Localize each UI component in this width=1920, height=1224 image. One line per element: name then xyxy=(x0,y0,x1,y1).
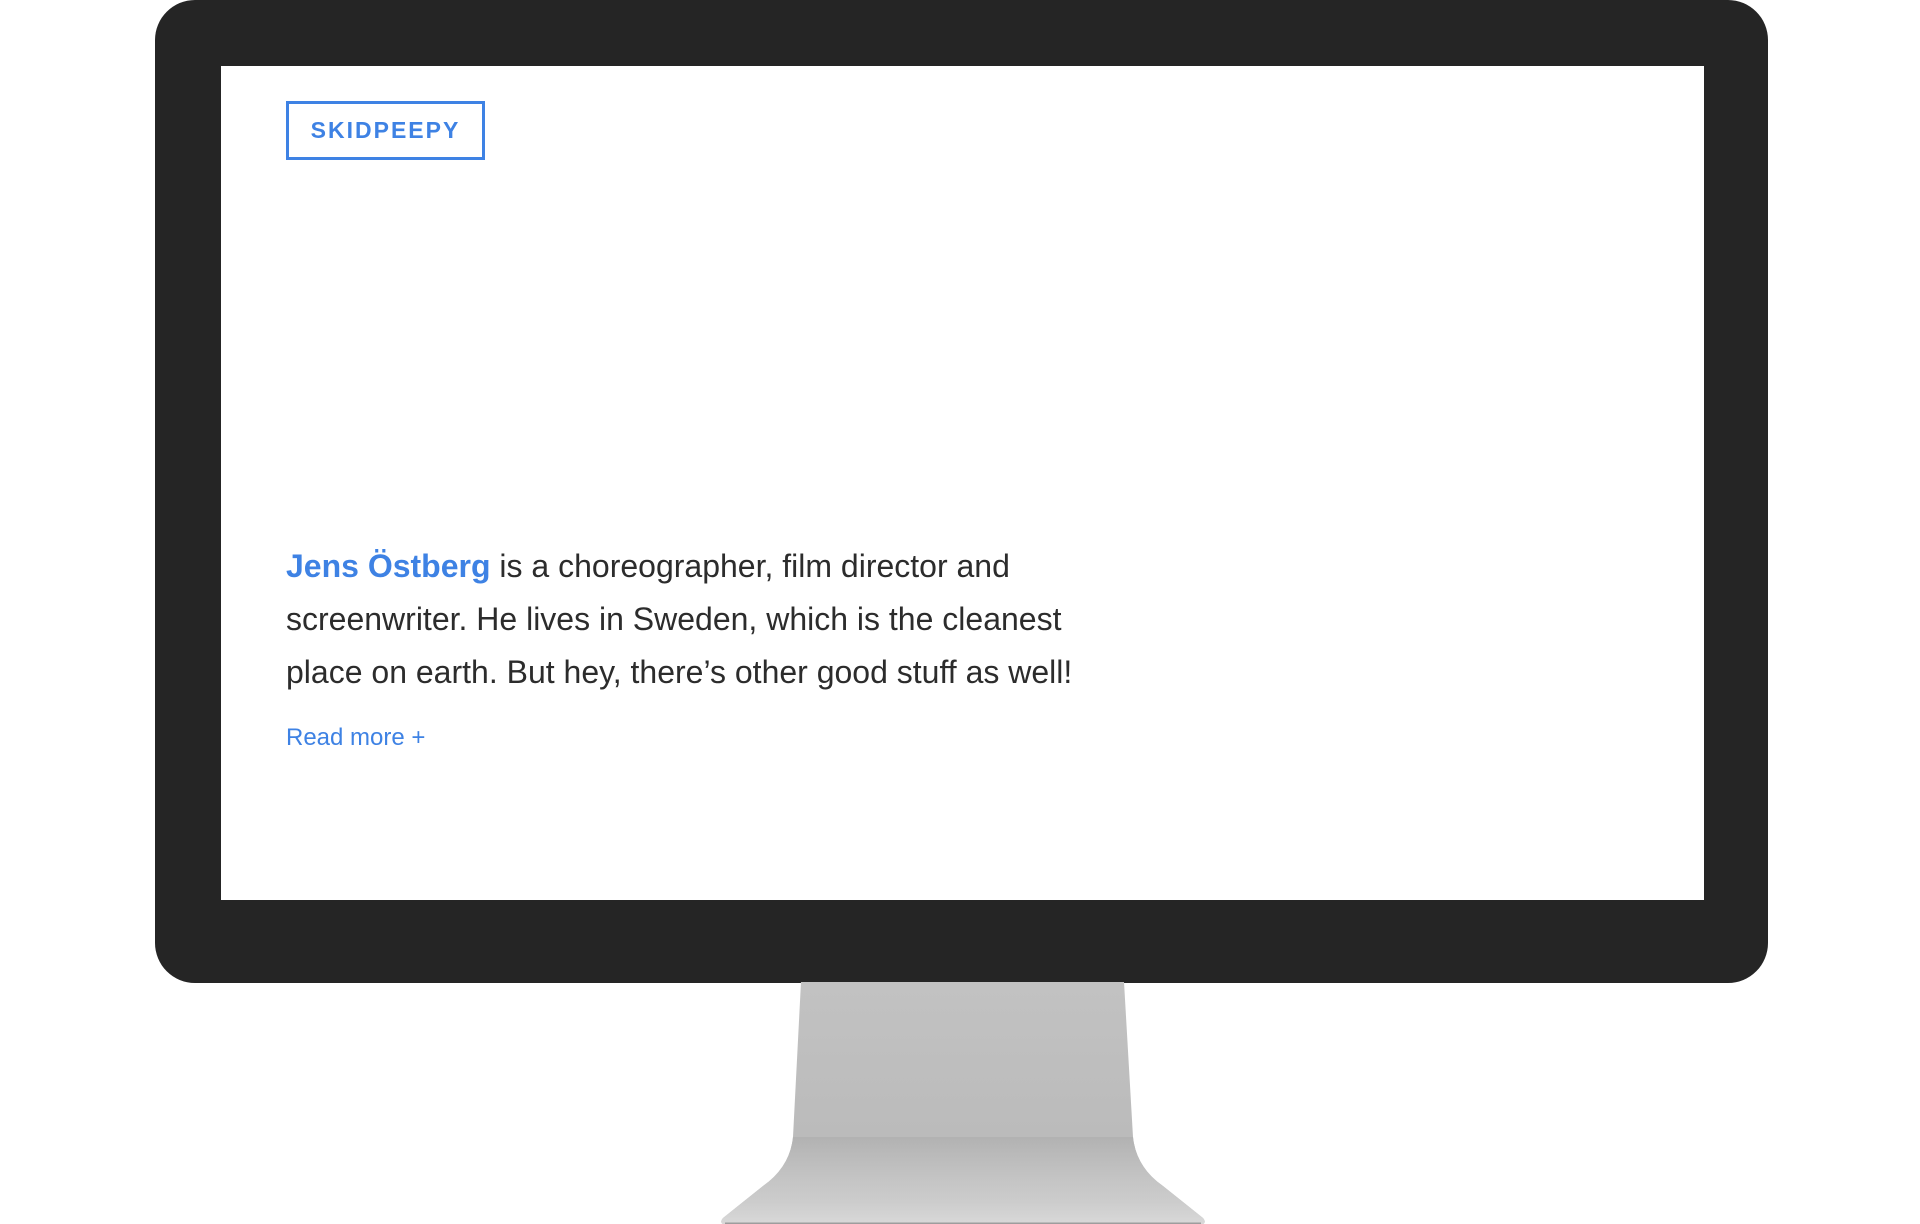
monitor-stand xyxy=(721,982,1205,1224)
monitor-screen: SKIDPEEPY Jens Östberg is a choreographe… xyxy=(221,66,1704,900)
author-name-link[interactable]: Jens Östberg xyxy=(286,548,491,584)
site-logo[interactable]: SKIDPEEPY xyxy=(286,101,485,160)
device-mockup: SKIDPEEPY Jens Östberg is a choreographe… xyxy=(0,0,1920,1224)
read-more-link[interactable]: Read more + xyxy=(286,724,425,752)
intro-paragraph: Jens Östberg is a choreographer, film di… xyxy=(286,540,1126,699)
site-logo-text: SKIDPEEPY xyxy=(310,117,461,143)
monitor-bezel: SKIDPEEPY Jens Östberg is a choreographe… xyxy=(155,0,1768,983)
